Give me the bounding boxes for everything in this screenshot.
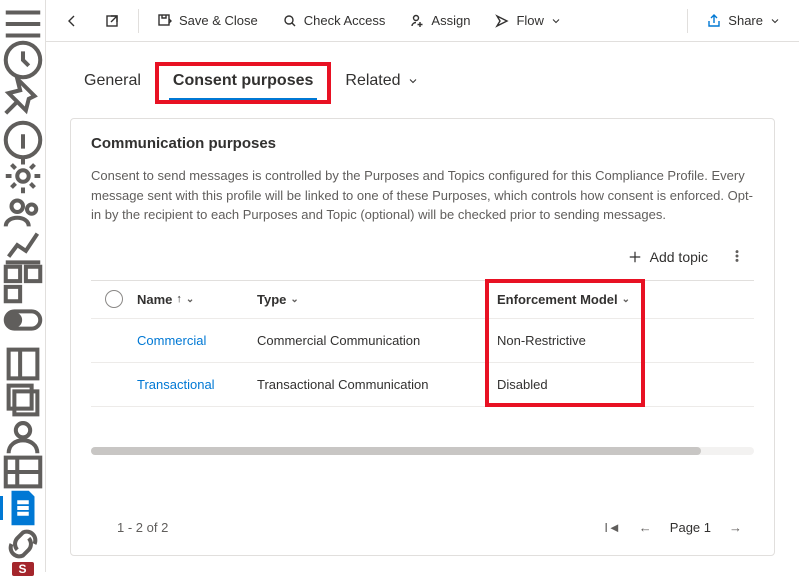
select-all-checkbox[interactable] — [105, 290, 123, 308]
row-enforcement: Disabled — [477, 377, 754, 392]
row-type: Commercial Communication — [257, 333, 477, 348]
col-header-type[interactable]: Type⌄ — [257, 292, 477, 307]
row-type: Transactional Communication — [257, 377, 477, 392]
card-description: Consent to send messages is controlled b… — [91, 166, 754, 225]
add-topic-button[interactable]: Add topic — [628, 249, 708, 265]
grid-header-row: Name ↑⌄ Type⌄ Enforcement Model⌄ — [91, 281, 754, 319]
col-header-enforcement[interactable]: Enforcement Model⌄ — [477, 292, 754, 307]
share-button[interactable]: Share — [696, 7, 791, 35]
pager-page-label: Page 1 — [670, 520, 711, 535]
table-row[interactable]: Transactional Transactional Communicatio… — [91, 363, 754, 407]
row-name-link[interactable]: Transactional — [137, 377, 215, 392]
purposes-grid: Name ↑⌄ Type⌄ Enforcement Model⌄ Commerc… — [91, 280, 754, 407]
form-tabs: General Consent purposes Related — [46, 42, 799, 114]
save-close-button[interactable]: Save & Close — [147, 7, 268, 35]
main-area: Save & Close Check Access Assign Flow Sh… — [46, 0, 799, 572]
more-commands-button[interactable] — [726, 245, 748, 270]
col-header-name[interactable]: Name ↑⌄ — [137, 292, 257, 307]
chevron-down-icon: ⌄ — [186, 294, 194, 305]
link-icon[interactable] — [0, 526, 46, 562]
tab-consent-purposes[interactable]: Consent purposes — [159, 66, 327, 100]
pager-prev-button[interactable]: ← — [639, 520, 652, 535]
pager-status: 1 - 2 of 2 — [117, 520, 168, 535]
pager-next-button[interactable]: → — [729, 520, 742, 535]
highlight-consent-tab: Consent purposes — [155, 62, 331, 104]
tab-general[interactable]: General — [70, 66, 155, 100]
side-rail: S — [0, 0, 46, 572]
grid-pager: 1 - 2 of 2 I◄ ← Page 1 → — [91, 512, 754, 535]
communication-purposes-card: Communication purposes Consent to send m… — [70, 118, 775, 556]
toggle-icon[interactable] — [0, 302, 46, 338]
popout-button[interactable] — [94, 7, 130, 35]
flow-button[interactable]: Flow — [484, 7, 571, 35]
assign-button[interactable]: Assign — [399, 7, 480, 35]
chevron-down-icon — [407, 75, 419, 87]
check-access-button[interactable]: Check Access — [272, 7, 396, 35]
card-title: Communication purposes — [91, 135, 754, 152]
row-enforcement: Non-Restrictive — [477, 333, 754, 348]
horizontal-scrollbar[interactable] — [91, 447, 754, 455]
back-button[interactable] — [54, 7, 90, 35]
table-row[interactable]: Commercial Commercial Communication Non-… — [91, 319, 754, 363]
chevron-down-icon: ⌄ — [622, 294, 630, 305]
chevron-down-icon — [550, 15, 562, 27]
tab-related[interactable]: Related — [331, 66, 432, 100]
chevron-down-icon: ⌄ — [290, 294, 298, 305]
command-bar: Save & Close Check Access Assign Flow Sh… — [46, 0, 799, 42]
row-name-link[interactable]: Commercial — [137, 333, 206, 348]
sort-asc-icon: ↑ — [176, 293, 182, 305]
chevron-down-icon — [769, 15, 781, 27]
pager-first-button[interactable]: I◄ — [604, 520, 620, 535]
pin-icon[interactable] — [0, 78, 46, 114]
